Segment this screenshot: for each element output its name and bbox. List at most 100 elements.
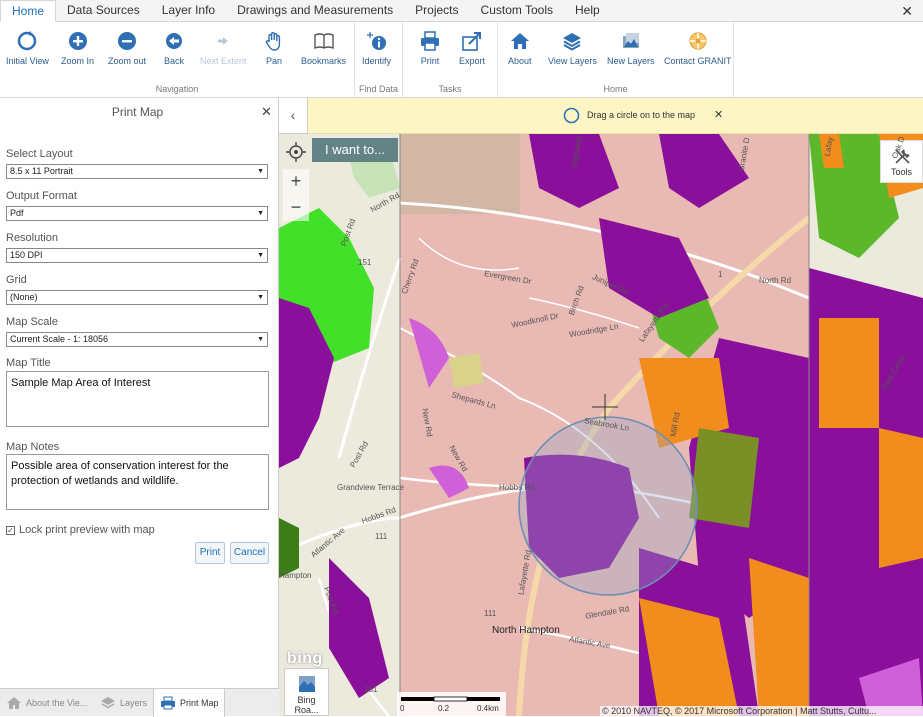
- tab-help[interactable]: Help: [564, 0, 611, 22]
- resolution-value: 150 DPI: [10, 250, 43, 260]
- format-select[interactable]: Pdf ▼: [6, 206, 268, 221]
- find-data-group-label: Find Data: [358, 84, 399, 94]
- map-view[interactable]: Drag a circle on to the map ✕ ‹ I want t…: [279, 98, 923, 716]
- panel-tabs: About the Vie... Layers Print Map: [0, 688, 279, 717]
- initial-view-label: Initial View: [6, 56, 49, 66]
- next-extent-button[interactable]: Next Extent: [200, 30, 247, 66]
- map-title-input[interactable]: Sample Map Area of Interest: [6, 371, 269, 427]
- resolution-select[interactable]: 150 DPI ▼: [6, 248, 268, 263]
- format-value: Pdf: [10, 208, 24, 218]
- menu-bar: Home Data Sources Layer Info Drawings an…: [0, 0, 923, 22]
- ribbon: Initial View Zoom In Zoom out Back Next …: [0, 22, 923, 98]
- map-canvas[interactable]: [279, 98, 923, 716]
- about-button[interactable]: About: [508, 30, 532, 66]
- export-button[interactable]: Export: [459, 30, 485, 66]
- zoom-in-button[interactable]: Zoom In: [61, 30, 94, 66]
- map-label: North Hampton: [492, 625, 560, 636]
- basemap-label: Bing Roa...: [294, 695, 319, 715]
- tab-projects[interactable]: Projects: [404, 0, 469, 22]
- layout-select[interactable]: 8.5 x 11 Portrait ▼: [6, 164, 268, 179]
- close-ribbon-icon[interactable]: ✕: [901, 3, 913, 20]
- home-icon: [7, 697, 21, 709]
- export-label: Export: [459, 56, 486, 66]
- scale-select[interactable]: Current Scale - 1: 18056 ▼: [6, 332, 268, 347]
- identify-label: Identify: [362, 56, 392, 66]
- identify-icon: [366, 32, 386, 50]
- scale-tick: 0: [400, 704, 405, 713]
- basemap-switcher[interactable]: Bing Roa...: [284, 668, 329, 716]
- zoom-out-icon[interactable]: −: [283, 195, 309, 221]
- identify-button[interactable]: Identify: [362, 30, 391, 66]
- layers-icon: [101, 697, 115, 709]
- layout-value: 8.5 x 11 Portrait: [10, 166, 73, 176]
- route-shield: 111: [484, 609, 497, 618]
- pan-label: Pan: [265, 56, 282, 66]
- tasks-group: Print Export Tasks: [403, 22, 498, 98]
- cancel-button[interactable]: Cancel: [230, 542, 269, 564]
- chevron-down-icon: ▼: [257, 210, 264, 217]
- collapse-panel-button[interactable]: ‹: [279, 98, 308, 134]
- grid-select[interactable]: (None) ▼: [6, 290, 268, 305]
- tab-drawings[interactable]: Drawings and Measurements: [226, 0, 404, 22]
- home-icon: [510, 33, 529, 49]
- initial-view-button[interactable]: Initial View: [6, 30, 49, 66]
- map-attribution: © 2010 NAVTEQ, © 2017 Microsoft Corporat…: [600, 706, 923, 716]
- scale-tick: 0.4km: [477, 704, 499, 713]
- tab-print-map[interactable]: Print Map: [153, 689, 225, 717]
- zoom-in-icon[interactable]: +: [283, 169, 309, 195]
- lock-preview-checkbox[interactable]: ✓ Lock print preview with map: [6, 524, 155, 536]
- hint-text: Drag a circle on to the map: [587, 110, 696, 120]
- tab-custom-tools[interactable]: Custom Tools: [470, 0, 564, 22]
- chevron-down-icon: ▼: [257, 252, 264, 259]
- tab-data-sources[interactable]: Data Sources: [56, 0, 151, 22]
- panel-close-icon[interactable]: ✕: [261, 104, 272, 120]
- print-ribbon-label: Print: [420, 56, 440, 66]
- bookmarks-label: Bookmarks: [301, 56, 347, 66]
- checkmark-icon: ✓: [6, 525, 15, 535]
- bookmarks-button[interactable]: Bookmarks: [301, 30, 346, 66]
- locate-icon[interactable]: [285, 141, 307, 163]
- contact-granit-button[interactable]: Contact GRANIT: [664, 30, 732, 66]
- tab-layers[interactable]: Layers: [100, 689, 150, 717]
- selection-circle[interactable]: [518, 416, 698, 596]
- zoom-out-icon: [118, 32, 137, 50]
- tab-layer-info[interactable]: Layer Info: [151, 0, 226, 22]
- print-ribbon-button[interactable]: Print: [419, 30, 441, 66]
- export-icon: [462, 32, 481, 51]
- map-notes-input[interactable]: Possible area of conservation interest f…: [6, 454, 269, 510]
- route-shield: 151: [358, 258, 372, 267]
- next-arrow-icon: [218, 37, 229, 45]
- map-notes-label: Map Notes: [6, 441, 60, 453]
- back-button[interactable]: Back: [163, 30, 185, 66]
- scale-label: Map Scale: [6, 316, 58, 328]
- zoom-out-button[interactable]: Zoom out: [108, 30, 146, 66]
- new-layers-label: New Layers: [607, 56, 655, 66]
- tab-about-view[interactable]: About the Vie...: [6, 689, 94, 717]
- compass-icon: [689, 32, 707, 50]
- scale-bar-graphic: [401, 696, 500, 702]
- printer-icon: [161, 696, 175, 710]
- circle-tool-icon: [563, 107, 580, 124]
- back-arrow-icon: [166, 33, 182, 49]
- tab-home[interactable]: Home: [0, 0, 57, 22]
- view-layers-button[interactable]: View Layers: [548, 30, 597, 66]
- home-group-label: Home: [603, 84, 628, 94]
- lock-preview-label: Lock print preview with map: [19, 524, 155, 536]
- tab-about-label: About the Vie...: [26, 698, 88, 708]
- new-layers-icon: [622, 33, 639, 48]
- close-hint-icon[interactable]: ✕: [714, 108, 723, 121]
- pan-hand-icon: [265, 32, 281, 51]
- route-shield: 111: [375, 532, 388, 541]
- new-layers-button[interactable]: New Layers: [607, 30, 655, 66]
- pan-button[interactable]: Pan: [263, 30, 285, 66]
- navigation-group-label: Navigation: [155, 84, 199, 94]
- route-shield: 1: [718, 270, 723, 279]
- contact-granit-label: Contact GRANIT: [664, 56, 732, 66]
- back-label: Back: [163, 56, 184, 66]
- scale-tick: 0.2: [438, 704, 450, 713]
- layers-icon: [563, 33, 582, 51]
- print-button[interactable]: Print: [195, 542, 225, 564]
- i-want-to-button[interactable]: I want to...: [312, 138, 398, 162]
- scale-bar: 0 0.2 0.4km: [397, 692, 506, 716]
- map-title-label: Map Title: [6, 357, 51, 369]
